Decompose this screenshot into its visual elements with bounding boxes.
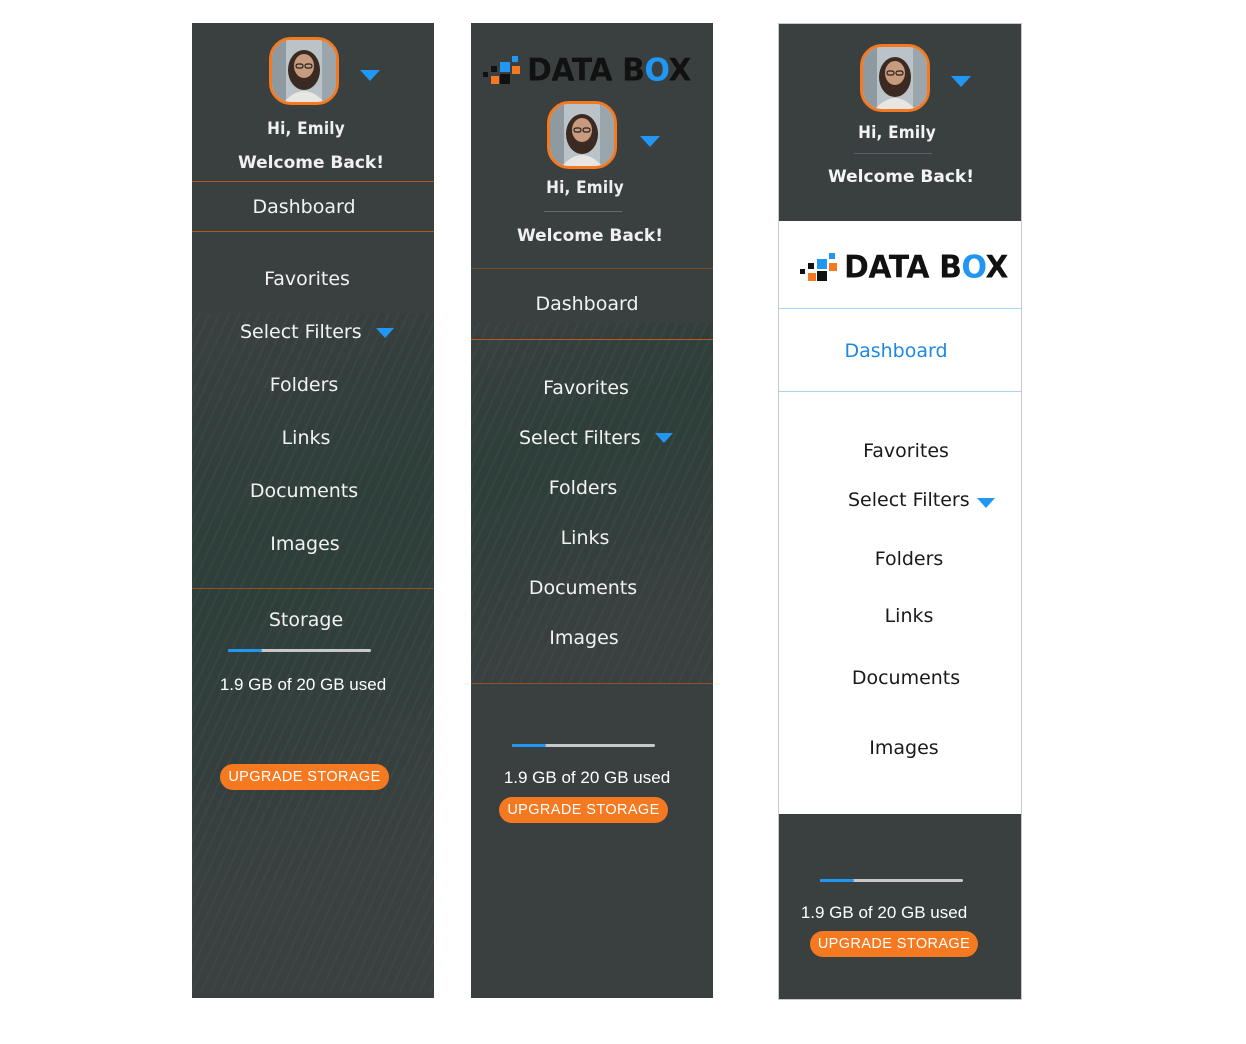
- storage-used-text: 1.9 GB of 20 GB used: [219, 675, 387, 694]
- upgrade-storage-button[interactable]: UPGRADE STORAGE: [499, 797, 668, 823]
- nav-select-filters[interactable]: Select Filters: [240, 321, 362, 343]
- storage-progress-bar: [512, 744, 655, 747]
- logo-text-x: X: [985, 248, 1009, 286]
- logo[interactable]: DATA BOX: [483, 51, 692, 89]
- storage-used-text: 1.9 GB of 20 GB used: [503, 768, 671, 787]
- avatar[interactable]: [269, 37, 339, 105]
- divider: [779, 308, 1021, 309]
- nav-documents[interactable]: Documents: [192, 480, 416, 502]
- chevron-down-icon[interactable]: [376, 328, 394, 338]
- avatar-photo: [272, 40, 336, 102]
- profile-header: Hi, Emily Welcome Back!: [779, 24, 1021, 221]
- greeting-text: Hi, Emily: [858, 123, 936, 143]
- background-texture: [192, 313, 434, 993]
- upgrade-storage-button[interactable]: UPGRADE STORAGE: [810, 931, 978, 957]
- chevron-down-icon[interactable]: [360, 70, 380, 81]
- storage-progress-fill: [228, 649, 263, 652]
- nav-images[interactable]: Images: [471, 627, 697, 649]
- storage-section: 1.9 GB of 20 GB used UPGRADE STORAGE: [779, 814, 1021, 999]
- avatar-photo: [550, 104, 614, 166]
- nav-links[interactable]: Links: [471, 527, 699, 549]
- nav-links[interactable]: Links: [192, 427, 420, 449]
- nav-images[interactable]: Images: [779, 737, 1021, 759]
- nav-select-filters[interactable]: Select Filters: [848, 489, 970, 511]
- welcome-text: Welcome Back!: [238, 153, 384, 173]
- storage-progress-fill: [820, 879, 855, 882]
- greeting-text: Hi, Emily: [267, 119, 345, 139]
- nav-documents[interactable]: Documents: [779, 667, 1021, 689]
- nav-dashboard[interactable]: Dashboard: [192, 196, 416, 218]
- divider: [471, 339, 713, 340]
- welcome-text: Welcome Back!: [517, 226, 663, 246]
- logo[interactable]: DATA BOX: [800, 248, 1009, 286]
- greeting-text: Hi, Emily: [546, 178, 624, 198]
- divider: [471, 268, 713, 269]
- divider: [779, 391, 1021, 392]
- chevron-down-icon[interactable]: [640, 136, 660, 147]
- logo-mark-icon: [800, 251, 840, 283]
- nav-documents[interactable]: Documents: [471, 577, 695, 599]
- nav-favorites[interactable]: Favorites: [471, 377, 701, 399]
- logo-text: DATA B: [527, 51, 645, 89]
- logo-text-o: O: [961, 248, 986, 286]
- nav-images[interactable]: Images: [192, 533, 418, 555]
- divider: [192, 231, 434, 232]
- logo-mark-icon: [483, 54, 523, 86]
- divider: [471, 683, 713, 684]
- sidebar-variant-2: DATA BOX Hi, Emily Welcome Back! Dashboa…: [471, 23, 713, 998]
- storage-heading: Storage: [268, 609, 344, 631]
- nav-folders[interactable]: Folders: [471, 477, 695, 499]
- chevron-down-icon[interactable]: [977, 498, 995, 508]
- divider: [854, 153, 932, 154]
- nav-select-filters[interactable]: Select Filters: [519, 427, 641, 449]
- nav-dashboard[interactable]: Dashboard: [471, 293, 703, 315]
- logo-text-x: X: [668, 51, 692, 89]
- divider: [192, 588, 434, 589]
- divider: [544, 211, 622, 212]
- divider: [192, 181, 434, 182]
- avatar-photo: [863, 47, 927, 109]
- chevron-down-icon[interactable]: [655, 433, 673, 443]
- nav-links[interactable]: Links: [779, 605, 1021, 627]
- nav-folders[interactable]: Folders: [779, 548, 1021, 570]
- storage-progress-bar: [820, 879, 963, 882]
- upgrade-storage-button[interactable]: UPGRADE STORAGE: [220, 764, 389, 790]
- logo-text: DATA B: [844, 248, 962, 286]
- storage-used-text: 1.9 GB of 20 GB used: [800, 903, 968, 922]
- sidebar-variant-1: Hi, Emily Welcome Back! Dashboard Favori…: [192, 23, 434, 998]
- avatar[interactable]: [860, 44, 930, 112]
- chevron-down-icon[interactable]: [951, 76, 971, 87]
- storage-progress-fill: [512, 744, 547, 747]
- welcome-text: Welcome Back!: [828, 167, 974, 187]
- nav-folders[interactable]: Folders: [192, 374, 416, 396]
- logo-text-o: O: [644, 51, 669, 89]
- avatar[interactable]: [547, 101, 617, 169]
- sidebar-variant-3: Hi, Emily Welcome Back! DATA BOX Dashboa…: [778, 23, 1022, 1000]
- nav-favorites[interactable]: Favorites: [779, 440, 1021, 462]
- nav-dashboard[interactable]: Dashboard: [779, 340, 1013, 362]
- nav-favorites[interactable]: Favorites: [192, 268, 422, 290]
- storage-progress-bar: [228, 649, 371, 652]
